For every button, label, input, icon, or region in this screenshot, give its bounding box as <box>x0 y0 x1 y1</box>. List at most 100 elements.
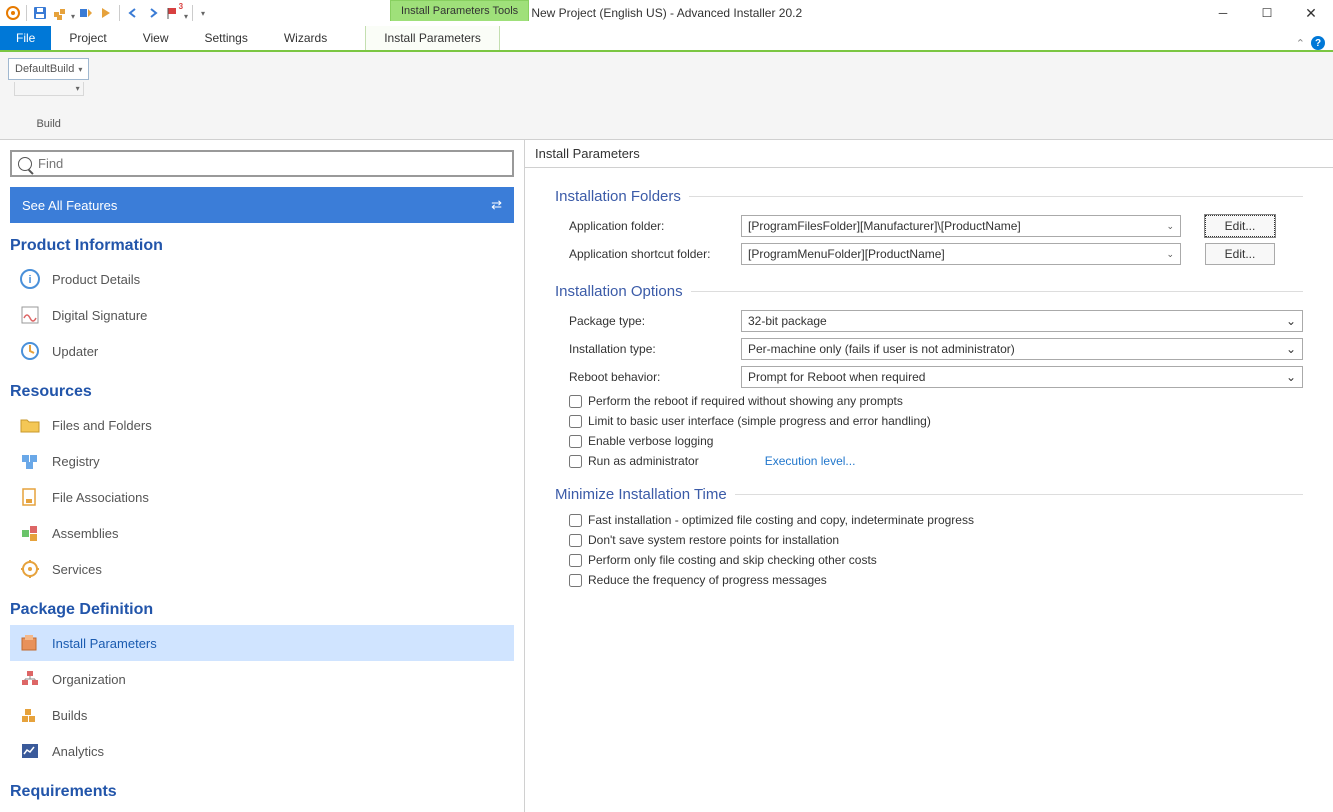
dropdown-arrow-icon: ▾ <box>78 65 82 74</box>
install-type-value: Per-machine only (fails if user is not a… <box>748 342 1015 356</box>
sliders-icon: ⇄ <box>491 197 502 213</box>
sidebar-item-files-folders[interactable]: Files and Folders <box>10 407 514 443</box>
tab-settings[interactable]: Settings <box>187 26 266 50</box>
help-icon[interactable]: ? <box>1311 36 1325 50</box>
minimize-button[interactable]: ─ <box>1201 0 1245 26</box>
chk-no-restore[interactable] <box>569 534 582 547</box>
maximize-button[interactable]: ☐ <box>1245 0 1289 26</box>
see-all-label: See All Features <box>22 198 117 213</box>
edit-shortcut-folder-button[interactable]: Edit... <box>1205 243 1275 265</box>
app-folder-label: Application folder: <box>569 219 741 233</box>
updater-icon <box>18 339 42 363</box>
build-value: DefaultBuild <box>15 63 74 75</box>
see-all-features-button[interactable]: See All Features ⇄ <box>10 187 514 223</box>
sidebar-item-builds[interactable]: Builds <box>10 697 514 733</box>
contextual-tab-label: Install Parameters Tools <box>390 0 529 21</box>
search-input-container[interactable] <box>10 150 514 177</box>
sidebar-item-registry[interactable]: Registry <box>10 443 514 479</box>
tab-install-parameters[interactable]: Install Parameters <box>365 26 500 50</box>
run-icon[interactable] <box>77 4 95 22</box>
sidebar-item-services[interactable]: Services <box>10 551 514 587</box>
chk-limit-ui-label: Limit to basic user interface (simple pr… <box>588 414 931 428</box>
folder-icon <box>18 413 42 437</box>
sidebar-item-updater[interactable]: Updater <box>10 333 514 369</box>
build-sub-dropdown[interactable]: ▾ <box>14 82 84 96</box>
chk-perform-reboot[interactable] <box>569 395 582 408</box>
signature-icon <box>18 303 42 327</box>
chk-file-costing-only[interactable] <box>569 554 582 567</box>
file-assoc-icon <box>18 485 42 509</box>
execution-level-link[interactable]: Execution level... <box>765 454 856 468</box>
search-icon <box>18 157 32 171</box>
separator <box>119 5 120 21</box>
play-icon[interactable] <box>97 4 115 22</box>
reboot-select[interactable]: Prompt for Reboot when required ⌄ <box>741 366 1303 388</box>
sidebar-group-product-information: Product Information <box>10 237 514 255</box>
section-installation-folders: Installation Folders <box>555 188 1303 205</box>
sidebar-item-analytics[interactable]: Analytics <box>10 733 514 769</box>
edit-app-folder-button[interactable]: Edit... <box>1205 215 1275 237</box>
forward-icon[interactable] <box>144 4 162 22</box>
sidebar-item-install-parameters[interactable]: Install Parameters <box>10 625 514 661</box>
separator <box>26 5 27 21</box>
chk-perform-reboot-label: Perform the reboot if required without s… <box>588 394 903 408</box>
dropdown-arrow-icon[interactable]: ▾ <box>184 12 188 21</box>
shortcut-folder-value: [ProgramMenuFolder][ProductName] <box>748 247 945 261</box>
dropdown-arrow-icon[interactable]: ▾ <box>71 12 75 21</box>
close-button[interactable]: ✕ <box>1289 0 1333 26</box>
package-type-select[interactable]: 32-bit package ⌄ <box>741 310 1303 332</box>
section-installation-options: Installation Options <box>555 283 1303 300</box>
sidebar-item-assemblies[interactable]: Assemblies <box>10 515 514 551</box>
flag-icon[interactable]: 3 <box>164 4 182 22</box>
tab-view[interactable]: View <box>125 26 187 50</box>
chk-reduce-progress-label: Reduce the frequency of progress message… <box>588 573 827 587</box>
build-icon[interactable] <box>51 4 69 22</box>
services-icon <box>18 557 42 581</box>
search-input[interactable] <box>38 156 506 171</box>
dropdown-arrow-icon: ⌄ <box>1286 342 1296 356</box>
sidebar-item-organization[interactable]: Organization <box>10 661 514 697</box>
dropdown-arrow-icon: ⌄ <box>1166 249 1174 260</box>
package-type-value: 32-bit package <box>748 314 827 328</box>
tab-file[interactable]: File <box>0 26 51 50</box>
back-icon[interactable] <box>124 4 142 22</box>
shortcut-folder-combo[interactable]: [ProgramMenuFolder][ProductName] ⌄ <box>741 243 1181 265</box>
sidebar-group-package-definition: Package Definition <box>10 601 514 619</box>
dropdown-arrow-icon: ⌄ <box>1166 221 1174 232</box>
chk-verbose-logging[interactable] <box>569 435 582 448</box>
builds-icon <box>18 703 42 727</box>
app-logo-icon <box>4 4 22 22</box>
ribbon-group-build: DefaultBuild ▾ ▾ Build <box>8 58 89 132</box>
chk-run-admin-label: Run as administrator <box>588 454 699 468</box>
sidebar-item-file-associations[interactable]: File Associations <box>10 479 514 515</box>
install-params-icon <box>18 631 42 655</box>
save-icon[interactable] <box>31 4 49 22</box>
chk-verbose-logging-label: Enable verbose logging <box>588 434 713 448</box>
organization-icon <box>18 667 42 691</box>
chk-reduce-progress[interactable] <box>569 574 582 587</box>
collapse-ribbon-icon[interactable]: ⌃ <box>1296 37 1305 50</box>
chk-file-costing-only-label: Perform only file costing and skip check… <box>588 553 877 567</box>
content-header: Install Parameters <box>525 140 1333 168</box>
tab-wizards[interactable]: Wizards <box>266 26 345 50</box>
sidebar-item-product-details[interactable]: i Product Details <box>10 261 514 297</box>
ribbon-group-label: Build <box>36 118 60 132</box>
dropdown-arrow-icon: ⌄ <box>1286 370 1296 384</box>
reboot-label: Reboot behavior: <box>569 370 741 384</box>
build-selector[interactable]: DefaultBuild ▾ <box>8 58 89 80</box>
sidebar-item-digital-signature[interactable]: Digital Signature <box>10 297 514 333</box>
app-folder-combo[interactable]: [ProgramFilesFolder][Manufacturer]\[Prod… <box>741 215 1181 237</box>
chk-fast-install[interactable] <box>569 514 582 527</box>
tab-project[interactable]: Project <box>51 26 124 50</box>
install-type-select[interactable]: Per-machine only (fails if user is not a… <box>741 338 1303 360</box>
chk-limit-ui[interactable] <box>569 415 582 428</box>
registry-icon <box>18 449 42 473</box>
chk-run-admin[interactable] <box>569 455 582 468</box>
window-title: Your Application - New Project (English … <box>205 6 1201 20</box>
chk-fast-install-label: Fast installation - optimized file costi… <box>588 513 974 527</box>
install-type-label: Installation type: <box>569 342 741 356</box>
product-details-icon: i <box>18 267 42 291</box>
sidebar-item-prerequisites[interactable]: Prerequisites <box>10 807 514 812</box>
chk-no-restore-label: Don't save system restore points for ins… <box>588 533 839 547</box>
reboot-value: Prompt for Reboot when required <box>748 370 925 384</box>
